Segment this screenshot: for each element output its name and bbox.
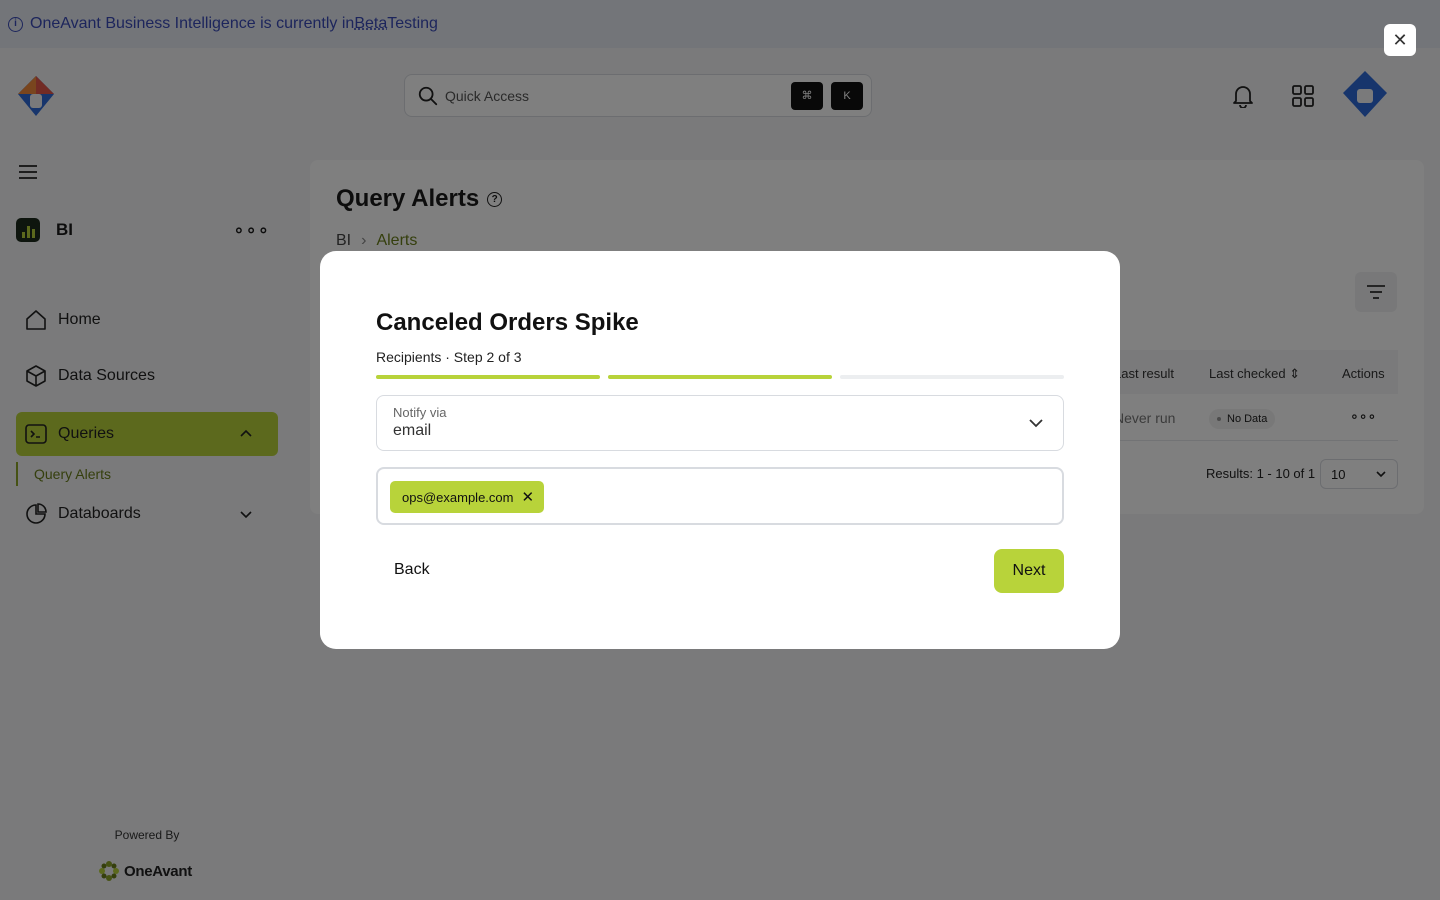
close-icon: ✕ [1392,29,1408,50]
alert-wizard-modal: Canceled Orders Spike Recipients · Step … [320,251,1120,649]
next-button[interactable]: Next [994,549,1064,593]
back-button[interactable]: Back [380,550,444,590]
modal-step-label: Recipients · Step 2 of 3 [376,349,522,365]
step-segment-2 [608,375,832,379]
notify-via-value: email [393,422,432,439]
remove-recipient-icon[interactable]: ✕ [521,490,534,505]
recipients-input[interactable]: ops@example.com ✕ [376,467,1064,525]
close-banner-button[interactable]: ✕ [1384,24,1416,56]
notify-via-select[interactable]: Notify via email [376,395,1064,451]
step-segment-3 [840,375,1064,379]
chevron-down-icon [1029,419,1043,428]
step-progress [376,375,1064,379]
recipient-email: ops@example.com [402,489,514,505]
modal-title: Canceled Orders Spike [376,309,639,336]
notify-via-label: Notify via [393,405,447,420]
recipient-chip: ops@example.com ✕ [390,481,545,513]
step-segment-1 [376,375,600,379]
